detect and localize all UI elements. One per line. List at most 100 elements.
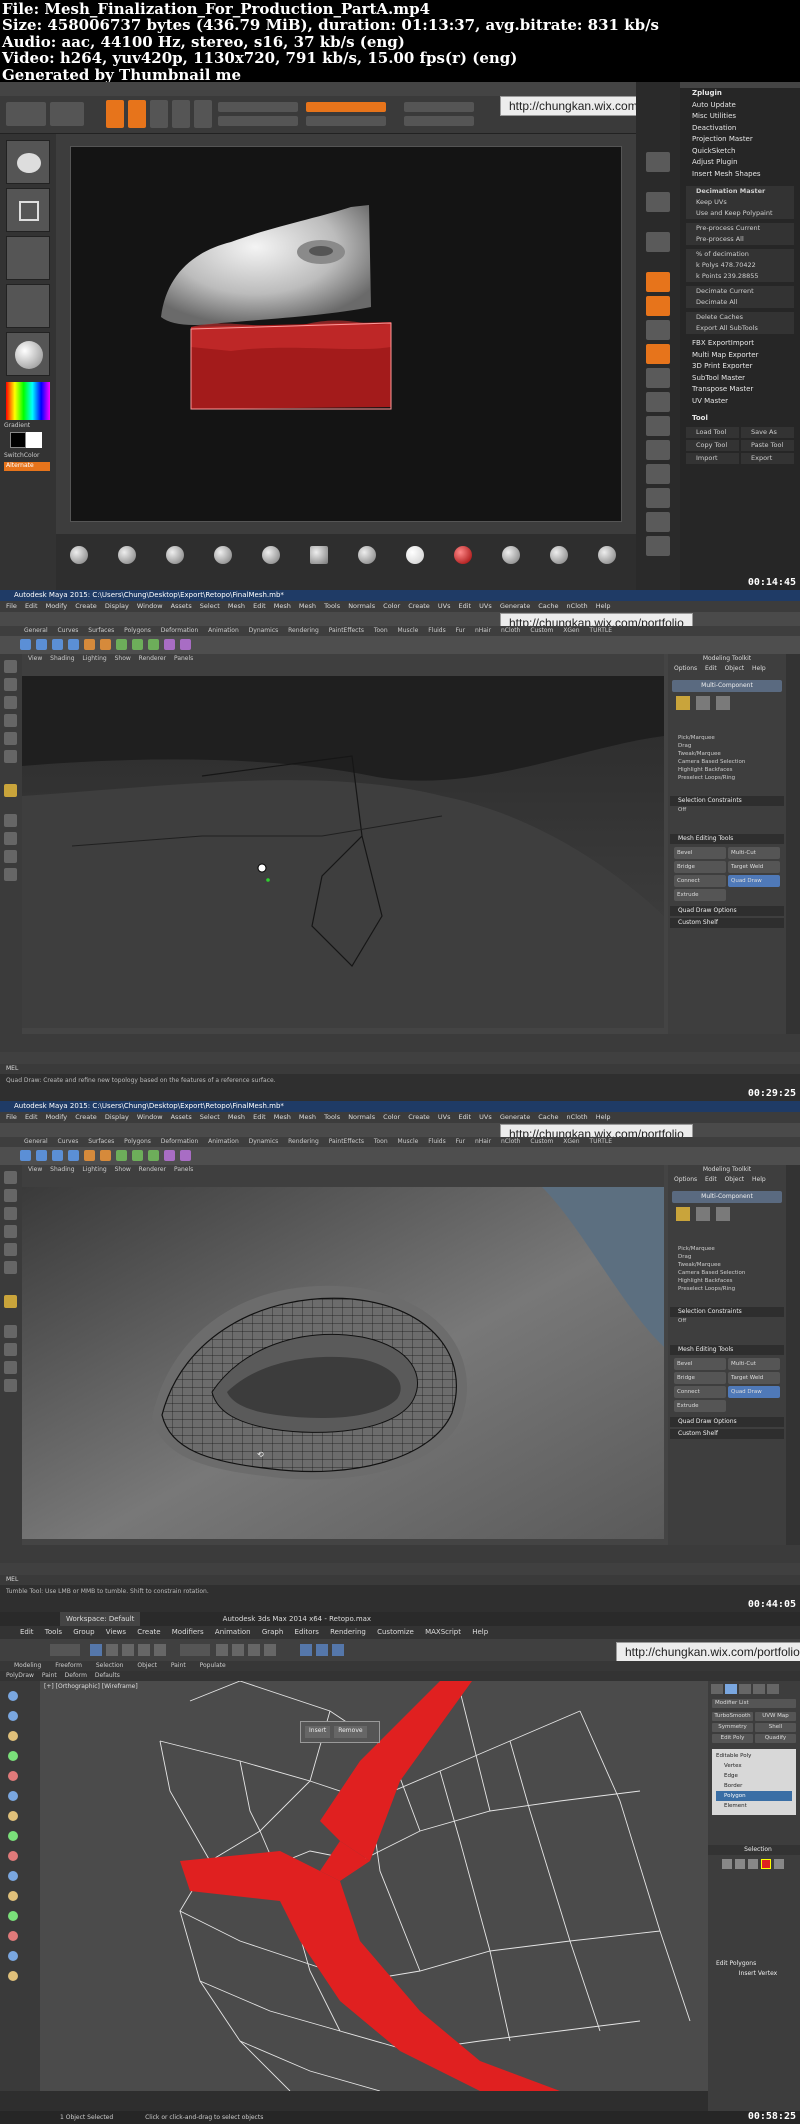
lightbox-button[interactable] xyxy=(50,102,84,126)
paint-select-icon[interactable] xyxy=(4,696,17,709)
lasso-tool-icon[interactable] xyxy=(4,1189,17,1202)
aahalf-button[interactable] xyxy=(646,320,670,340)
move-view-button[interactable] xyxy=(646,464,670,484)
selection-rollout-header[interactable]: Selection xyxy=(708,1845,800,1855)
import-button[interactable]: Import xyxy=(686,452,739,464)
tweak-marquee-radio[interactable]: Tweak/Marquee xyxy=(668,1261,786,1269)
render-setup-icon[interactable] xyxy=(316,1644,328,1656)
paste-tool-button[interactable]: Paste Tool xyxy=(741,439,794,451)
viewport-tool-icon[interactable] xyxy=(8,1691,18,1701)
frame-button[interactable] xyxy=(646,440,670,460)
rotate-mode-button[interactable] xyxy=(194,100,212,128)
max-viewport[interactable]: [+] [Orthographic] [Wireframe] Insert Re… xyxy=(40,1681,708,2091)
zplugin-item[interactable]: Deactivation xyxy=(680,123,800,135)
main-color-swatch[interactable] xyxy=(10,432,26,448)
matcap-extra-icon[interactable] xyxy=(598,546,616,564)
shelf-combine-icon[interactable] xyxy=(84,639,95,650)
focal-shift-slider[interactable] xyxy=(404,102,474,112)
color-picker[interactable] xyxy=(6,382,50,420)
shelf-combine-icon[interactable] xyxy=(84,1150,95,1161)
maya-viewport[interactable] xyxy=(22,676,664,1028)
highlight-backfaces-checkbox[interactable]: Highlight Backfaces xyxy=(668,1277,786,1285)
layout-outliner-icon[interactable] xyxy=(4,868,17,881)
constraint-off-radio[interactable]: Off xyxy=(668,1317,786,1325)
decimation-header[interactable]: Decimation Master xyxy=(686,186,794,197)
draw-mode-button[interactable] xyxy=(128,100,146,128)
brush-move-icon[interactable] xyxy=(214,546,232,564)
material-thumbnail[interactable] xyxy=(6,332,50,376)
align-icon[interactable] xyxy=(264,1644,276,1656)
z-intensity-slider[interactable] xyxy=(306,116,386,126)
move-icon[interactable] xyxy=(122,1644,134,1656)
zplugin-item[interactable]: Insert Mesh Shapes xyxy=(680,169,800,181)
stack-item[interactable]: Border xyxy=(716,1781,792,1791)
maya-menubar[interactable]: File Edit Modify Create Display Window A… xyxy=(0,1112,800,1123)
select-tool-icon[interactable] xyxy=(4,1171,17,1184)
tool-header[interactable]: Tool xyxy=(680,413,800,425)
move-tool-icon[interactable] xyxy=(4,714,17,727)
keep-polypaint-toggle[interactable]: Use and Keep Polypaint xyxy=(686,208,794,219)
zplugin-item[interactable]: Auto Update xyxy=(680,100,800,112)
render-icon[interactable] xyxy=(332,1644,344,1656)
alpha-thumbnail[interactable] xyxy=(6,236,50,280)
persp-button[interactable] xyxy=(646,344,670,364)
spix-button[interactable] xyxy=(646,192,670,212)
quad-draw-tool-icon[interactable] xyxy=(4,1295,17,1308)
select-by-name-icon[interactable] xyxy=(106,1644,118,1656)
scale-tool-icon[interactable] xyxy=(4,750,17,763)
scale-mode-button[interactable] xyxy=(172,100,190,128)
selection-filter-dropdown[interactable] xyxy=(50,1644,80,1656)
viewport-tool-icon[interactable] xyxy=(8,1951,18,1961)
rotate-tool-icon[interactable] xyxy=(4,732,17,745)
shelf-extrude-icon[interactable] xyxy=(116,639,127,650)
quadify-button[interactable]: Quadify xyxy=(755,1734,796,1743)
scale-icon[interactable] xyxy=(154,1644,166,1656)
zplugin-header[interactable]: Zplugin xyxy=(680,88,800,100)
element-level-icon[interactable] xyxy=(774,1859,784,1869)
vertex-level-icon[interactable] xyxy=(722,1859,732,1869)
bevel-button[interactable]: Bevel xyxy=(674,847,726,859)
skinshade-icon[interactable] xyxy=(550,546,568,564)
camera-based-checkbox[interactable]: Camera Based Selection xyxy=(668,758,786,766)
custom-shelf-header[interactable]: Custom Shelf xyxy=(670,1429,784,1439)
custom-shelf-header[interactable]: Custom Shelf xyxy=(670,918,784,928)
switchcolor-label[interactable]: SwitchColor xyxy=(4,452,40,459)
drag-radio[interactable]: Drag xyxy=(668,1253,786,1261)
edit-mode-button[interactable] xyxy=(106,100,124,128)
viewport-tool-icon[interactable] xyxy=(8,1751,18,1761)
zbrush-viewport[interactable] xyxy=(70,146,622,522)
export-all-subtools-button[interactable]: Export All SubTools xyxy=(686,323,794,334)
save-as-button[interactable]: Save As xyxy=(741,426,794,438)
actual-button[interactable] xyxy=(646,296,670,316)
preselect-checkbox[interactable]: Preselect Loops/Ring xyxy=(668,1285,786,1293)
mesh-editing-header[interactable]: Mesh Editing Tools xyxy=(670,1345,784,1355)
multi-cut-button[interactable]: Multi-Cut xyxy=(728,847,780,859)
projection-master-button[interactable] xyxy=(6,102,46,126)
uvw-map-button[interactable]: UVW Map xyxy=(755,1712,796,1721)
layout-persp-icon[interactable] xyxy=(4,850,17,863)
load-tool-button[interactable]: Load Tool xyxy=(686,426,739,438)
shelf-smooth-icon[interactable] xyxy=(164,1150,175,1161)
modifier-list-dropdown[interactable]: Modifier List xyxy=(712,1699,796,1708)
draw-size-slider[interactable] xyxy=(404,116,474,126)
insert-vertex-button[interactable]: Insert Vertex xyxy=(708,1969,800,1979)
hierarchy-tab-icon[interactable] xyxy=(739,1684,751,1694)
zplugin-item[interactable]: SubTool Master xyxy=(680,373,800,385)
maya-timeline[interactable] xyxy=(0,1545,800,1563)
paint-select-icon[interactable] xyxy=(4,1207,17,1220)
preselect-checkbox[interactable]: Preselect Loops/Ring xyxy=(668,774,786,782)
brush-pinch-icon[interactable] xyxy=(358,546,376,564)
quad-draw-options-header[interactable]: Quad Draw Options xyxy=(670,906,784,916)
floor-button[interactable] xyxy=(646,368,670,388)
zplugin-item[interactable]: 3D Print Exporter xyxy=(680,361,800,373)
export-button[interactable]: Export xyxy=(741,452,794,464)
zplugin-item[interactable]: Multi Map Exporter xyxy=(680,350,800,362)
target-weld-button[interactable]: Target Weld xyxy=(728,1372,780,1384)
bridge-button[interactable]: Bridge xyxy=(674,1372,726,1384)
brush-clay-icon[interactable] xyxy=(118,546,136,564)
shelf-cube-icon[interactable] xyxy=(20,639,31,650)
shelf-cylinder-icon[interactable] xyxy=(52,639,63,650)
preprocess-current-button[interactable]: Pre-process Current xyxy=(686,223,794,234)
k-points-slider[interactable]: k Points 239.28855 xyxy=(686,271,794,282)
brush-trimadaptive-icon[interactable] xyxy=(310,546,328,564)
